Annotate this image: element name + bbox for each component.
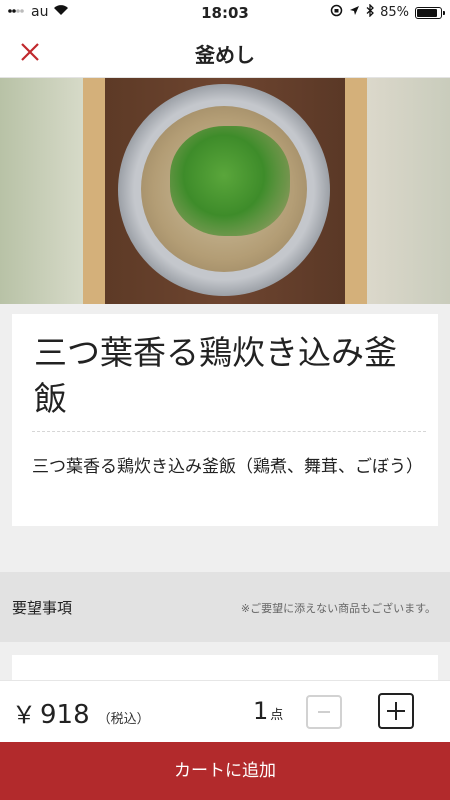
price: ￥ 918 （税込）: [12, 695, 150, 730]
request-label: 要望事項: [12, 599, 73, 617]
request-section-header: 要望事項 ※ご要望に添えない商品もございます。: [0, 572, 450, 642]
quantity-value: 1: [253, 697, 269, 725]
quantity-display: 1 点: [253, 697, 283, 725]
orientation-lock-icon: [330, 4, 343, 21]
order-bar: ￥ 918 （税込） 1 点: [0, 680, 450, 742]
request-note: ※ご要望に添えない商品もございます。: [240, 602, 436, 615]
product-description: 三つ葉香る鶏炊き込み釜飯（鶏煮、舞茸、ごぼう）: [32, 457, 423, 477]
product-card: 三つ葉香る鶏炊き込み釜飯 三つ葉香る鶏炊き込み釜飯（鶏煮、舞茸、ごぼう）: [12, 314, 438, 526]
add-to-cart-button[interactable]: カートに追加: [0, 742, 450, 800]
increase-quantity-button[interactable]: [378, 693, 414, 729]
divider: [32, 431, 426, 432]
currency-symbol: ￥: [12, 701, 36, 729]
battery-level: [417, 8, 437, 17]
nav-bar: 釜めし: [0, 26, 450, 78]
battery-percent: 85%: [380, 5, 409, 20]
mitsuba-herbs: [170, 126, 290, 236]
page-title: 釜めし: [195, 43, 255, 67]
quantity-unit: 点: [270, 708, 284, 723]
product-name: 三つ葉香る鶏炊き込み釜飯: [34, 333, 397, 418]
status-bar: au 18:03 85%: [0, 0, 450, 26]
product-image: [0, 78, 450, 304]
price-amount: 918: [40, 700, 90, 730]
bluetooth-icon: [366, 3, 375, 21]
battery-icon: [415, 6, 445, 19]
decrease-quantity-button[interactable]: [306, 695, 342, 729]
tax-note: （税込）: [97, 712, 150, 727]
location-icon: [349, 5, 360, 20]
